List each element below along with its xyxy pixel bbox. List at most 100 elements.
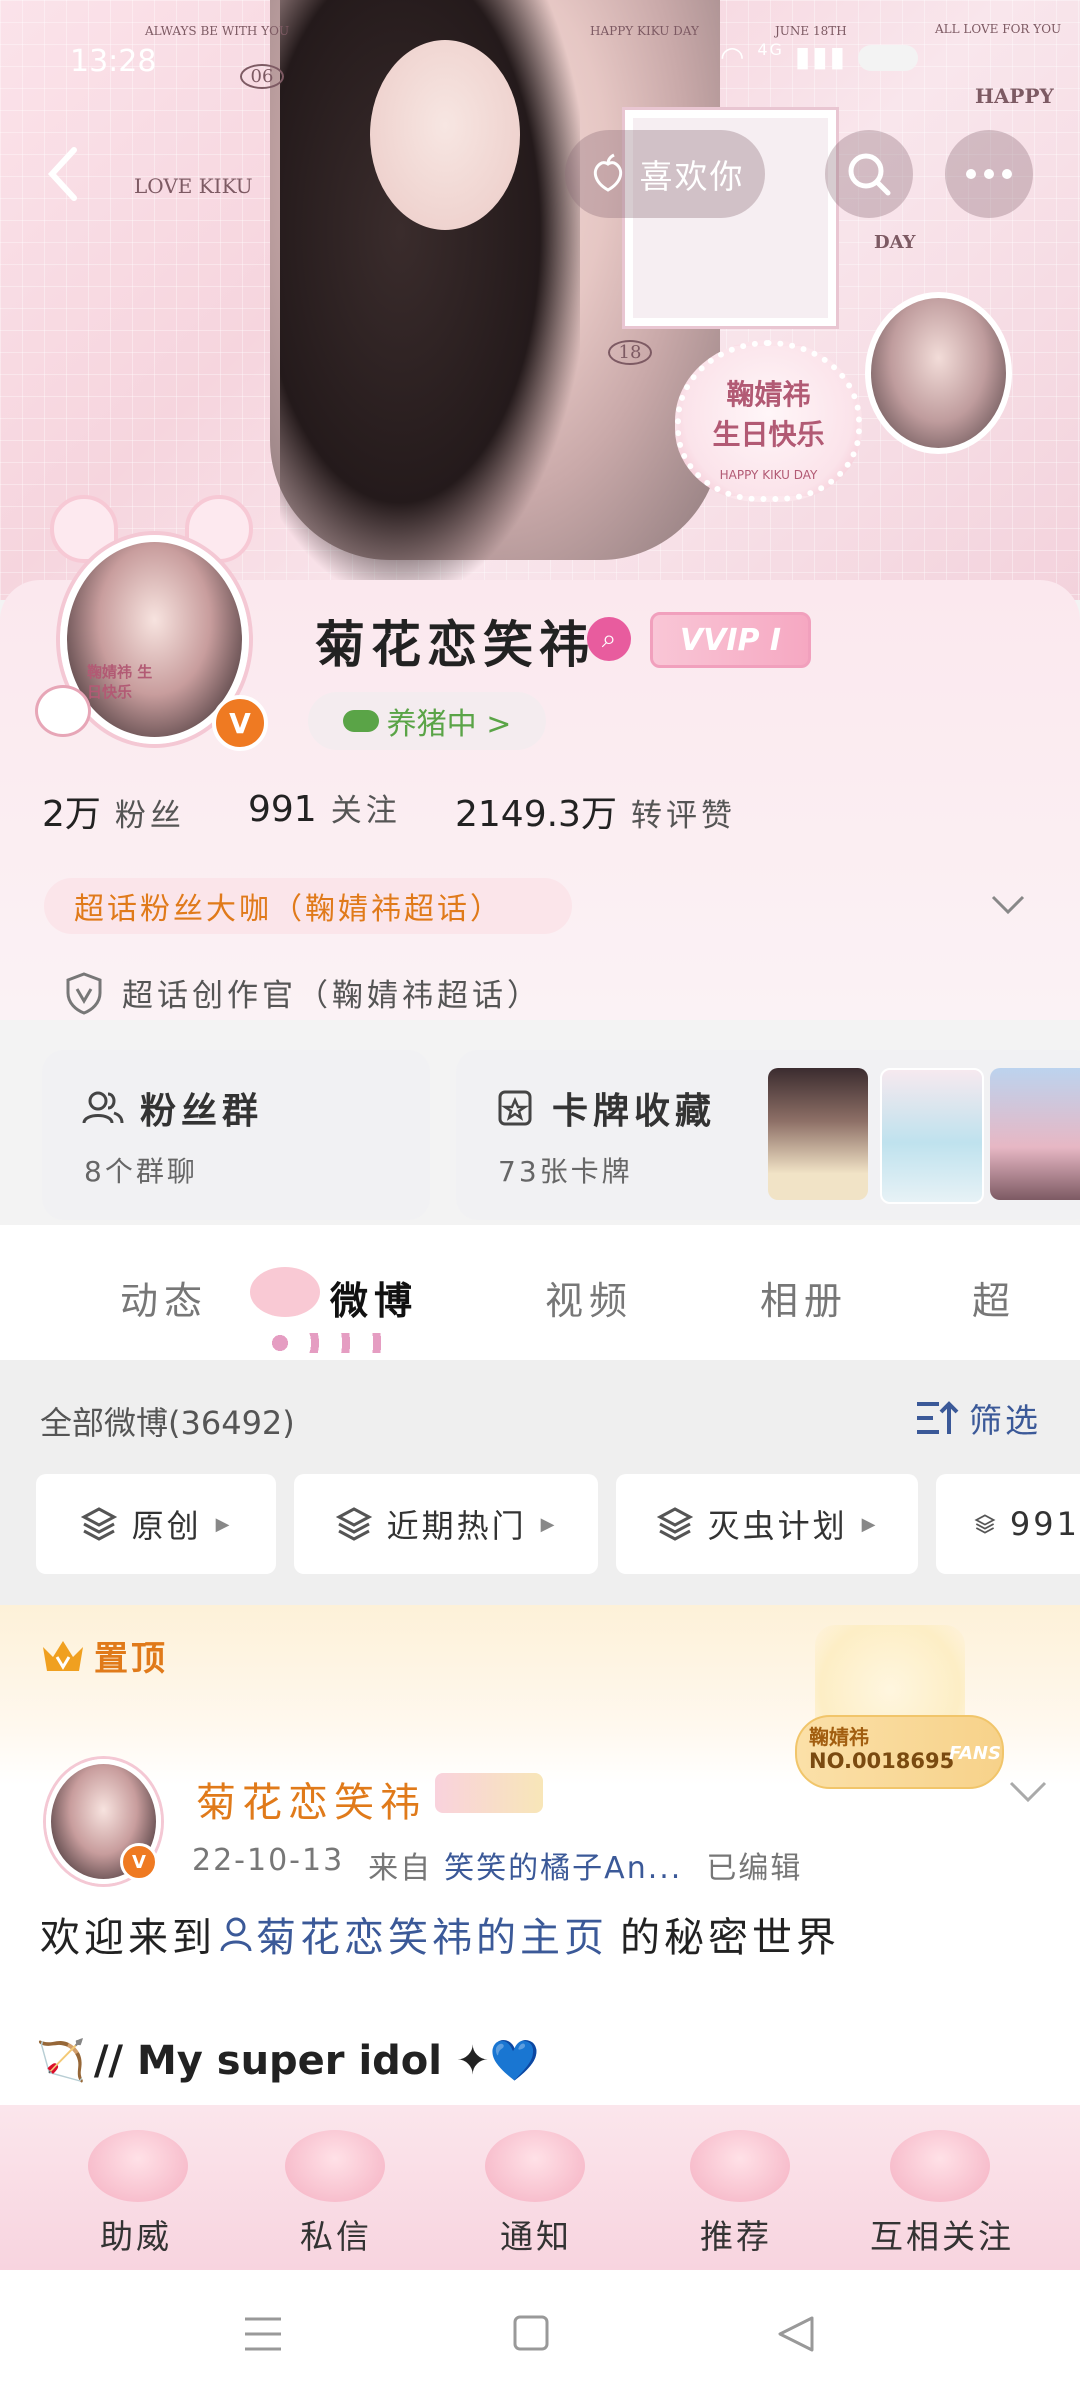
tab-video[interactable]: 视频	[545, 1270, 633, 1325]
stat-value: 2万	[42, 794, 101, 835]
battery-icon	[857, 45, 918, 71]
tab-album[interactable]: 相册	[760, 1270, 848, 1325]
search-button[interactable]	[825, 130, 913, 218]
pig-tab-icon	[250, 1267, 320, 1317]
card-thumbnail[interactable]	[880, 1068, 984, 1204]
stat-following[interactable]: 991 关注	[248, 785, 401, 830]
stat-label: 关注	[330, 793, 401, 829]
network-type: 4G	[757, 40, 784, 59]
layers-icon	[656, 1507, 693, 1541]
chip-recent-hot[interactable]: 近期热门 ▶	[294, 1474, 598, 1574]
all-weibo-count: 全部微博(36492)	[40, 1404, 295, 1442]
home-icon[interactable]	[512, 2314, 550, 2352]
profile-username: 菊花恋笑祎	[315, 616, 595, 674]
deco-text: ALL LOVE FOR YOU	[935, 22, 1062, 36]
birthday-line1: 鞠婧祎	[726, 378, 811, 411]
birthday-heart-card: 鞠婧祎 生日快乐 HAPPY KIKU DAY	[675, 340, 862, 502]
heart-bubble-icon	[35, 685, 91, 737]
fan-number-badge[interactable]: 鞠婧祎 NO.0018695 FANS	[795, 1715, 1004, 1789]
chip-label: 近期热门	[386, 1507, 527, 1545]
fans-group-title: 粉丝群	[140, 1091, 264, 1132]
chevron-down-icon[interactable]	[1008, 1780, 1048, 1804]
bottom-nav-notify[interactable]: 通知	[500, 2210, 572, 2258]
post-author[interactable]: 菊花恋笑祎	[196, 1770, 426, 1828]
pig-sleep-icon	[485, 2130, 585, 2202]
stat-value: 2149.3万	[455, 794, 617, 835]
layers-icon	[335, 1507, 372, 1541]
filter-label: 筛选	[969, 1401, 1041, 1440]
fan-badge-tag: FANS	[949, 1743, 1001, 1764]
chevron-left-icon	[47, 147, 77, 201]
card-star-icon	[498, 1090, 532, 1126]
chip-original[interactable]: 原创 ▶	[36, 1474, 276, 1574]
pig-status-pill[interactable]: 养猪中 >	[308, 692, 546, 750]
super-topic-fan-tag[interactable]: 超话粉丝大咖（鞠婧祎超话）	[44, 878, 572, 934]
filter-button[interactable]: 筛选	[915, 1394, 1041, 1442]
stat-label: 转评赞	[630, 798, 736, 834]
post-source[interactable]: 笑笑的橘子An...	[444, 1851, 682, 1886]
creator-tag-label: 超话创作官（鞠婧祎超话）	[122, 978, 542, 1014]
verified-v-badge: V	[212, 695, 268, 751]
banner-face	[370, 40, 520, 230]
back-triangle-icon[interactable]	[776, 2314, 816, 2354]
post-second-line: 🏹 // My super idol ✦💙	[36, 2037, 539, 2084]
birthday-line2: 生日快乐	[712, 418, 825, 451]
more-button[interactable]	[945, 130, 1033, 218]
deco-text: JUNE 18TH	[775, 24, 847, 38]
bottom-nav-cheer[interactable]: 助威	[100, 2210, 172, 2258]
pig-flower-icon	[690, 2130, 790, 2202]
deco-text: HAPPY KIKU DAY	[590, 24, 699, 38]
post-text: 欢迎来到 菊花恋笑祎的主页 的秘密世界	[40, 1905, 840, 1963]
pig-badge-icon	[435, 1773, 543, 1813]
card-thumbnail[interactable]	[768, 1068, 868, 1200]
verified-v-badge: V	[120, 1843, 158, 1881]
back-button[interactable]	[28, 130, 98, 218]
tab-active-indicator	[270, 1333, 395, 1353]
banner-circle-photo	[865, 292, 1012, 454]
tab-super[interactable]: 超	[972, 1270, 1016, 1325]
creator-tag[interactable]: 超话创作官（鞠婧祎超话）	[64, 970, 542, 1015]
cloud-icon	[342, 710, 379, 732]
profile-tabs: 动态 微博 视频 相册 超	[0, 1225, 1080, 1360]
stat-fans[interactable]: 2万 粉丝	[42, 785, 185, 837]
chevron-down-icon[interactable]	[990, 894, 1026, 916]
deco-text: HAPPY	[975, 84, 1054, 108]
search-badge-icon[interactable]: ⌕	[587, 617, 631, 661]
pig-heart-icon	[88, 2130, 188, 2202]
chip-991[interactable]: 991	[936, 1474, 1080, 1574]
fan-badge-number: NO.0018695	[809, 1749, 955, 1773]
like-you-button[interactable]: 喜欢你	[565, 130, 765, 218]
avatar[interactable]: 鞠婧祎 生日快乐 V	[30, 495, 268, 751]
bottom-nav-recommend[interactable]: 推荐	[700, 2210, 772, 2258]
bottom-nav-messages[interactable]: 私信	[300, 2210, 372, 2258]
bottom-nav-mutual-follow[interactable]: 互相关注	[870, 2210, 1014, 2258]
card-thumbnail[interactable]	[990, 1068, 1080, 1200]
vvip-badge[interactable]: VVIP I	[650, 612, 811, 668]
fans-group-card[interactable]: 粉丝群 8个群聊	[42, 1050, 430, 1220]
tab-weibo[interactable]: 微博	[330, 1270, 418, 1325]
stat-engagement[interactable]: 2149.3万 转评赞	[455, 785, 736, 837]
pig-pair-icon	[890, 2130, 990, 2202]
post-date: 22-10-13	[192, 1843, 345, 1878]
card-collection-title: 卡牌收藏	[552, 1091, 717, 1132]
tab-feed[interactable]: 动态	[120, 1270, 208, 1325]
birthday-sub: HAPPY KIKU DAY	[719, 468, 818, 482]
wifi-icon: ◠	[720, 40, 747, 73]
post-meta: 22-10-13 来自 笑笑的橘子An... 已编辑	[192, 1843, 802, 1887]
post-from-label: 来自	[368, 1851, 433, 1886]
post-second-line-text: // My super idol ✦💙	[93, 2038, 540, 2084]
deco-text: DAY	[874, 232, 916, 253]
like-you-label: 喜欢你	[639, 157, 745, 196]
pinned-label: 置顶	[94, 1639, 168, 1679]
caret-right-icon: ▶	[540, 1513, 558, 1535]
deco-text: ALWAYS BE WITH YOU	[145, 24, 290, 38]
more-icon	[966, 169, 1012, 179]
post-avatar[interactable]: V	[36, 1745, 161, 1884]
card-collection-sub: 73张卡牌	[498, 1155, 633, 1188]
deco-heart-18: 18	[608, 340, 652, 365]
pig-bread-icon	[285, 2130, 385, 2202]
chip-bug-plan[interactable]: 灭虫计划 ▶	[616, 1474, 918, 1574]
menu-icon[interactable]	[243, 2315, 283, 2353]
chip-label: 原创	[131, 1507, 202, 1545]
post-profile-link[interactable]: 菊花恋笑祎的主页	[256, 1905, 608, 1963]
